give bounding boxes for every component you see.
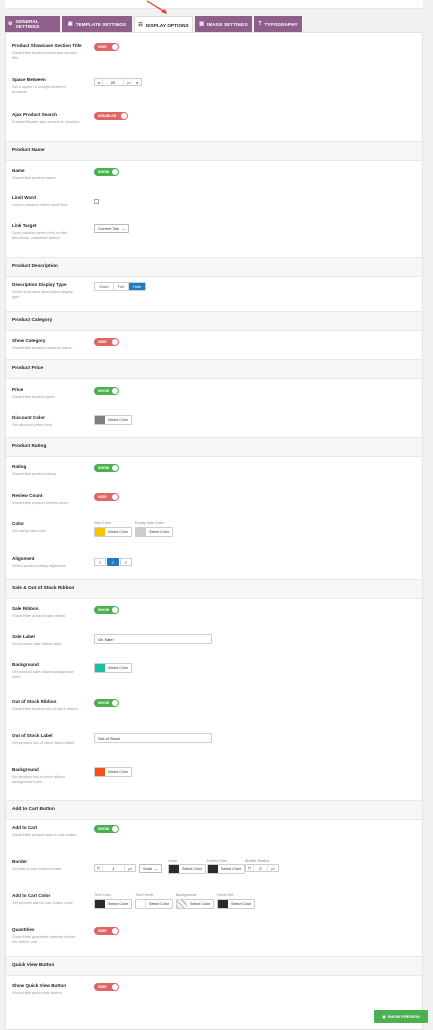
section-add-to-cart: Add to Cart Button xyxy=(6,800,422,820)
section-product-price: Product Price xyxy=(6,359,422,379)
image-icon: ▨ xyxy=(199,21,205,27)
out-of-stock-label-input[interactable]: Out of Stock xyxy=(94,733,212,743)
radius-icon: ⤧ xyxy=(247,865,252,871)
cart-text-hover-color-button[interactable]: Select Color xyxy=(135,899,174,909)
chevron-down-icon: ⌄ xyxy=(121,226,126,231)
tab-display-options[interactable]: ☷ DISPLAY OPTIONS xyxy=(134,16,193,33)
tab-general-settings[interactable]: ⚙ GENERAL SETTINGS xyxy=(5,16,60,32)
color-swatch xyxy=(95,416,105,424)
out-of-stock-background-color-button[interactable]: Select Color xyxy=(94,767,133,777)
cart-hover-bg-color-button[interactable]: Select Color xyxy=(217,899,256,909)
limit-word-checkbox[interactable] xyxy=(94,199,99,204)
option-hide[interactable]: Hide xyxy=(129,283,146,290)
tab-image-settings[interactable]: ▨ IMAGE SETTINGS xyxy=(195,16,252,32)
settings-panel: Product Showcase Section Title Show/Hide… xyxy=(5,32,423,1030)
align-left-icon[interactable]: ≡ xyxy=(94,558,106,566)
section-sale-ribbon: Sale & Out of Stock Ribbon xyxy=(6,579,422,599)
border-width-icon: ⤧ xyxy=(96,865,101,871)
eye-icon: ◉ xyxy=(382,1014,386,1019)
name-toggle[interactable]: SHOW xyxy=(94,168,119,176)
showcase-title-toggle[interactable]: HIDE xyxy=(94,43,119,51)
top-strip xyxy=(5,0,423,9)
empty-star-color-button[interactable]: Select Color xyxy=(135,527,174,537)
border-style-select[interactable]: Solid ⌄ xyxy=(139,864,163,873)
decrement-icon[interactable]: ◂ xyxy=(95,80,102,85)
show-category-toggle[interactable]: HIDE xyxy=(94,338,119,346)
typography-icon: T xyxy=(258,21,262,27)
cart-background-color-button[interactable]: Select Color xyxy=(176,899,215,909)
increment-icon[interactable]: ▸ xyxy=(134,80,141,85)
section-product-description: Product Description xyxy=(6,257,422,277)
align-right-icon[interactable]: ≡ xyxy=(120,558,132,566)
border-radius-stepper[interactable]: ⤧ 0 px xyxy=(245,864,279,872)
chevron-down-icon: ⌄ xyxy=(154,866,159,871)
out-of-stock-ribbon-toggle[interactable]: SHOW xyxy=(94,699,119,707)
border-color-button[interactable]: Select Color xyxy=(168,864,207,874)
sale-background-color-button[interactable]: Select Color xyxy=(94,663,133,673)
alignment-selector: ≡ ≡ ≡ xyxy=(94,558,132,566)
star-color-button[interactable]: Select Color xyxy=(94,527,133,537)
add-to-cart-toggle[interactable]: SHOW xyxy=(94,825,119,833)
section-product-category: Product Category xyxy=(6,311,422,331)
gear-icon: ⚙ xyxy=(8,21,13,27)
cart-text-color-button[interactable]: Select Color xyxy=(94,899,133,909)
tab-bar: ⚙ GENERAL SETTINGS ▣ TEMPLATE SETTINGS ☷ DI… xyxy=(5,16,302,33)
option-full[interactable]: Full xyxy=(114,283,130,290)
link-target-select[interactable]: Current Tab ⌄ xyxy=(94,224,130,233)
review-count-toggle[interactable]: HIDE xyxy=(94,493,119,501)
quantities-toggle[interactable]: HIDE xyxy=(94,927,119,935)
ajax-search-toggle[interactable]: DISABLED xyxy=(94,112,128,120)
sale-ribbon-toggle[interactable]: SHOW xyxy=(94,606,119,614)
tab-template-settings[interactable]: ▣ TEMPLATE SETTINGS xyxy=(62,16,132,32)
show-preview-button[interactable]: ◉ SHOW PREVIEW xyxy=(374,1010,428,1023)
section-product-name: Product Name xyxy=(6,141,422,161)
space-between-stepper[interactable]: ◂ 20 px ▸ xyxy=(94,78,142,86)
border-width-stepper[interactable]: ⤧ 1 px xyxy=(94,864,136,872)
border-hover-color-button[interactable]: Select Color xyxy=(207,864,246,874)
align-center-icon[interactable]: ≡ xyxy=(107,558,119,566)
option-short[interactable]: Short xyxy=(95,283,114,290)
sale-label-input[interactable]: On Sale! xyxy=(94,634,212,644)
description-type-selector: Short Full Hide xyxy=(94,282,147,291)
rating-toggle[interactable]: SHOW xyxy=(94,464,119,472)
discount-color-button[interactable]: Select Color xyxy=(94,415,133,425)
template-icon: ▣ xyxy=(67,21,73,27)
list-icon: ☷ xyxy=(138,22,143,28)
quick-view-toggle[interactable]: HIDE xyxy=(94,983,119,991)
section-quick-view: Quick View Button xyxy=(6,956,422,976)
tab-typography[interactable]: T TYPOGRAPHY xyxy=(254,16,302,32)
section-product-rating: Product Rating xyxy=(6,437,422,457)
price-toggle[interactable]: SHOW xyxy=(94,387,119,395)
